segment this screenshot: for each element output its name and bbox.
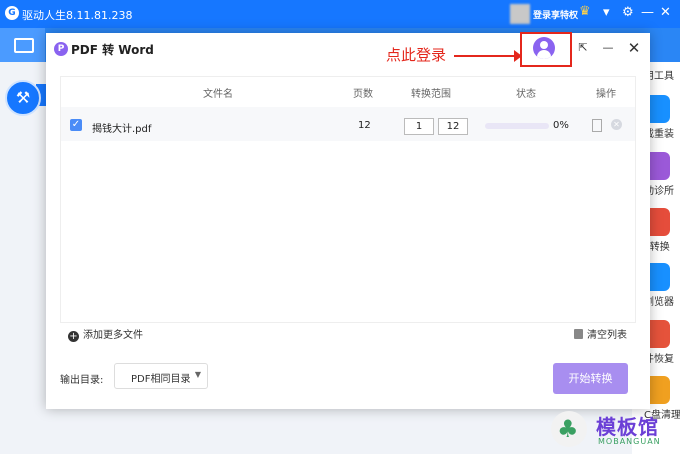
file-pages: 12 [358, 120, 371, 131]
app-title: 驱动人生8.11.81.238 [22, 9, 133, 22]
close-icon[interactable]: ✕ [660, 5, 671, 20]
monitor-icon [14, 38, 34, 53]
start-convert-button[interactable]: 开始转换 [553, 363, 628, 394]
trash-icon [574, 329, 583, 339]
blurred-avatar[interactable] [510, 4, 530, 24]
watermark-subtext: MOBANGUAN [598, 437, 661, 446]
plus-circle-icon: + [68, 331, 79, 342]
column-filename: 文件名 [203, 89, 233, 100]
column-pages: 页数 [353, 89, 373, 100]
column-range: 转换范围 [411, 89, 451, 100]
remove-icon[interactable]: ✕ [611, 119, 622, 130]
minimize-icon[interactable]: — [641, 5, 654, 20]
clear-list-label: 清空列表 [587, 330, 627, 341]
close-button[interactable]: ✕ [624, 38, 644, 58]
tree-icon: ♣ [557, 415, 579, 443]
pdf-to-word-dialog: P PDF 转 Word 点此登录 ⇱ — ✕ 文件名 页数 转换范围 状态 操… [46, 32, 650, 409]
output-dir-label: 输出目录: [60, 375, 104, 386]
shirt-icon[interactable]: ▾ [603, 5, 610, 20]
output-dir-value: PDF相同目录 [131, 374, 191, 385]
app-logo-icon: G [5, 6, 19, 20]
dialog-title: PDF 转 Word [71, 43, 154, 57]
column-action: 操作 [596, 89, 616, 100]
user-login-button[interactable] [533, 37, 555, 59]
range-from-input[interactable]: 1 [404, 118, 434, 135]
login-annotation-text: 点此登录 [386, 46, 447, 64]
clear-list-button[interactable]: 清空列表 [574, 326, 627, 341]
range-to-input[interactable]: 12 [438, 118, 468, 135]
table-row[interactable]: ✓ 揭钱大计.pdf 12 1 12 0% ✕ [61, 107, 635, 141]
column-status: 状态 [516, 89, 536, 100]
file-name: 揭钱大计.pdf [92, 124, 152, 135]
file-table: 文件名 页数 转换范围 状态 操作 ✓ 揭钱大计.pdf 12 1 12 0% … [60, 76, 636, 323]
pdf-logo-icon: P [54, 42, 68, 56]
output-dir-select[interactable]: PDF相同目录 ▼ [114, 363, 208, 389]
watermark-text: 模板馆 [596, 415, 659, 439]
gear-icon[interactable]: ⚙ [622, 5, 634, 20]
progress-text: 0% [553, 120, 569, 131]
user-icon [540, 41, 548, 49]
annotation-arrow [454, 50, 522, 62]
app-titlebar: G 驱动人生8.11.81.238 登录享特权 ♛ ▾ ⚙ — ✕ [0, 0, 680, 28]
add-more-label: 添加更多文件 [83, 330, 143, 341]
add-more-files-button[interactable]: + 添加更多文件 [68, 326, 143, 342]
share-icon[interactable]: ⇱ [573, 38, 593, 58]
crown-icon[interactable]: ♛ [579, 4, 591, 19]
vip-login-text[interactable]: 登录享特权 [533, 8, 578, 21]
minimize-button[interactable]: — [598, 38, 618, 58]
progress-bar [485, 123, 549, 129]
wrench-icon[interactable]: ⚒ [5, 80, 41, 116]
file-icon[interactable] [592, 119, 602, 132]
chevron-down-icon: ▼ [194, 370, 201, 379]
file-checkbox[interactable]: ✓ [70, 119, 82, 131]
